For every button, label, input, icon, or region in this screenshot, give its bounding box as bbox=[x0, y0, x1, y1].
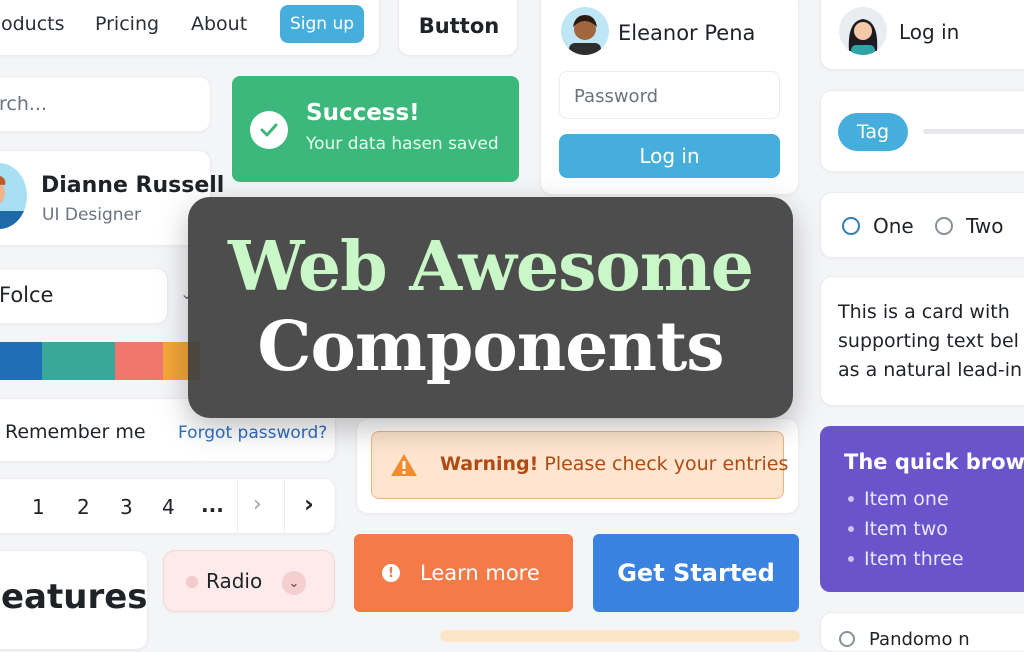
page-1[interactable]: 1 bbox=[32, 495, 45, 519]
demo-button[interactable]: Button bbox=[399, 11, 519, 41]
color-swatch[interactable] bbox=[0, 342, 42, 380]
bottom-right-label: Pandomo n bbox=[869, 629, 970, 650]
forgot-password-link[interactable]: Forgot password? bbox=[178, 423, 327, 443]
signup-button[interactable]: Sign up bbox=[280, 5, 364, 43]
list-item: Item one bbox=[848, 488, 949, 510]
radio-one-icon[interactable] bbox=[842, 217, 860, 235]
title-overlay: Web Awesome Components bbox=[188, 197, 793, 418]
list-item-label: Item one bbox=[864, 488, 949, 510]
password-input[interactable]: Password bbox=[559, 71, 780, 119]
learn-more-label: Learn more bbox=[420, 561, 540, 585]
tag[interactable]: Tag bbox=[838, 113, 908, 151]
avatar bbox=[839, 7, 887, 55]
login-small-card: Log in bbox=[820, 0, 1024, 70]
warning-card: Warning! Please check your entries bbox=[356, 418, 799, 514]
radio-icon[interactable] bbox=[839, 631, 855, 647]
color-swatch[interactable] bbox=[42, 342, 115, 380]
features-title: eatures bbox=[1, 577, 148, 617]
success-title: Success! bbox=[306, 100, 420, 126]
login-small-label[interactable]: Log in bbox=[899, 20, 959, 44]
nav-pricing[interactable]: Pricing bbox=[95, 13, 159, 35]
text-card-line: as a natural lead-in bbox=[838, 359, 1023, 381]
partial-card-bottom bbox=[440, 630, 800, 642]
get-started-button[interactable]: Get Started bbox=[593, 534, 799, 612]
profile-card: Dianne Russell UI Designer bbox=[0, 150, 224, 246]
page-3[interactable]: 3 bbox=[120, 495, 133, 519]
page-4[interactable]: 4 bbox=[162, 495, 175, 519]
bullet-icon bbox=[848, 496, 854, 502]
overlay-title-line2: Components bbox=[257, 307, 724, 387]
tag-card: Tag bbox=[820, 90, 1024, 172]
features-card: eatures bbox=[0, 550, 148, 650]
top-nav-card: oducts Pricing About Sign up bbox=[0, 0, 380, 56]
list-card-title: The quick brown f bbox=[844, 450, 1024, 474]
warning-alert: Warning! Please check your entries bbox=[371, 431, 788, 499]
login-user-name: Eleanor Pena bbox=[618, 21, 756, 45]
radio-button-card[interactable]: Radio ⌄ bbox=[163, 550, 335, 612]
pagination-divider bbox=[237, 479, 238, 535]
warning-text: Warning! Please check your entries bbox=[440, 453, 788, 475]
success-alert: Success! Your data hasen saved bbox=[232, 76, 519, 182]
radio-two-label[interactable]: Two bbox=[966, 214, 1004, 238]
list-card: The quick brown f Item one Item two Item… bbox=[820, 426, 1024, 592]
chevron-right-icon[interactable]: › bbox=[253, 492, 262, 517]
chevron-right-icon[interactable]: › bbox=[304, 490, 314, 518]
radio-one-label[interactable]: One bbox=[873, 214, 914, 238]
warning-strong: Warning! bbox=[440, 453, 539, 475]
radio-button-label: Radio bbox=[206, 569, 263, 593]
search-card: rch... bbox=[0, 76, 211, 132]
page-2[interactable]: 2 bbox=[77, 495, 90, 519]
text-card-line: This is a card with bbox=[838, 301, 1010, 323]
overlay-title-line1: Web Awesome bbox=[228, 227, 754, 307]
select-value: Folce bbox=[0, 283, 54, 307]
warning-message: Please check your entries bbox=[544, 453, 789, 475]
checkmark-icon bbox=[250, 111, 288, 149]
select-card[interactable]: Folce bbox=[0, 268, 168, 324]
profile-role: UI Designer bbox=[42, 205, 142, 225]
button-demo-card: Button bbox=[398, 0, 518, 56]
warning-icon bbox=[391, 454, 417, 476]
list-item: Item three bbox=[848, 548, 964, 570]
avatar bbox=[0, 163, 27, 229]
remember-me-label[interactable]: Remember me bbox=[5, 421, 146, 443]
success-text: Your data hasen saved bbox=[306, 134, 499, 154]
list-item: Item two bbox=[848, 518, 948, 540]
text-card: This is a card with supporting text bel … bbox=[820, 276, 1024, 406]
radio-dot-icon bbox=[186, 576, 198, 588]
profile-name: Dianne Russell bbox=[41, 173, 225, 198]
search-input[interactable]: rch... bbox=[0, 93, 47, 115]
pagination-divider bbox=[284, 479, 285, 535]
password-placeholder: Password bbox=[574, 86, 659, 107]
pagination: 1 2 3 4 ... › › bbox=[0, 478, 336, 535]
learn-more-button[interactable]: ! Learn more bbox=[354, 534, 573, 612]
login-card: Eleanor Pena Password Log in bbox=[540, 0, 799, 195]
list-item-label: Item three bbox=[864, 548, 964, 570]
nav-about[interactable]: About bbox=[191, 13, 247, 35]
login-button[interactable]: Log in bbox=[559, 134, 780, 178]
chevron-down-icon: ⌄ bbox=[282, 571, 306, 595]
text-card-line: supporting text bel bbox=[838, 330, 1019, 352]
slider-track[interactable] bbox=[923, 129, 1024, 134]
radio-group-card: One Two bbox=[820, 192, 1024, 258]
radio-two-icon[interactable] bbox=[935, 217, 953, 235]
nav-products[interactable]: oducts bbox=[1, 13, 65, 35]
info-icon: ! bbox=[382, 564, 400, 582]
bottom-right-card: Pandomo n bbox=[820, 612, 1024, 652]
avatar bbox=[561, 7, 609, 55]
bullet-icon bbox=[848, 526, 854, 532]
color-swatch[interactable] bbox=[115, 342, 163, 380]
color-swatch-bar bbox=[0, 342, 200, 380]
list-item-label: Item two bbox=[864, 518, 948, 540]
page-ellipsis[interactable]: ... bbox=[201, 493, 224, 517]
bullet-icon bbox=[848, 556, 854, 562]
